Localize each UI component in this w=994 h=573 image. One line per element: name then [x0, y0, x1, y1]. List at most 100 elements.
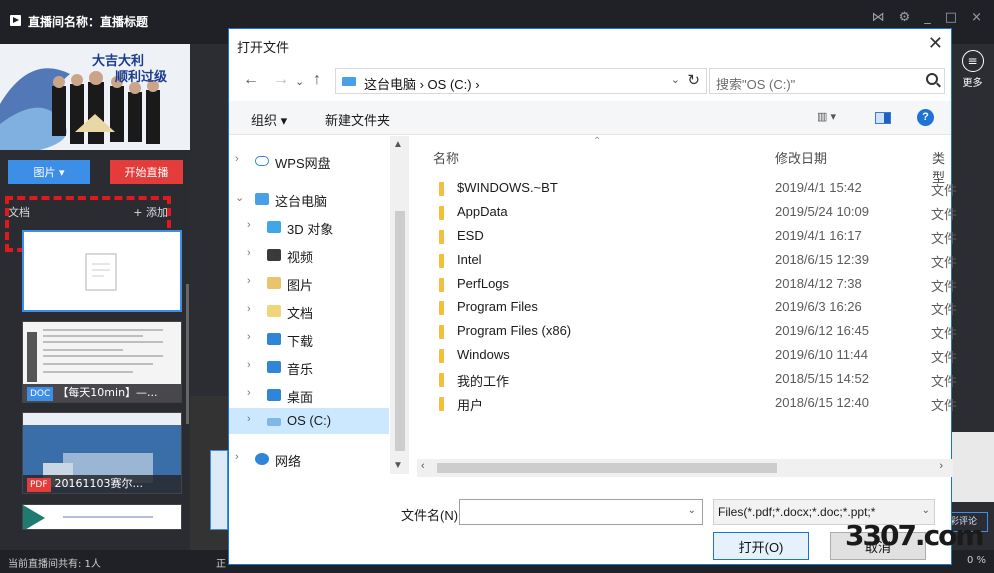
table-row[interactable]: 用户 2018/6/15 12:40 文件 [417, 392, 957, 416]
file-name: Intel [457, 251, 482, 267]
expand-icon[interactable]: ⌄ [235, 191, 244, 204]
scroll-thumb[interactable] [395, 211, 405, 451]
preview-pane-icon[interactable] [875, 112, 891, 124]
tree-item-label: WPS网盘 [275, 156, 331, 171]
filename-input[interactable]: ⌄ [459, 499, 703, 525]
3d-objects-icon [267, 221, 281, 233]
search-input[interactable]: 搜索"OS (C:)" [709, 68, 945, 94]
forward-arrow-icon[interactable]: → [273, 71, 289, 89]
table-row[interactable]: Windows 2019/6/10 11:44 文件 [417, 344, 957, 368]
view-options-button[interactable]: ▥ ▾ [817, 110, 836, 123]
file-type: 文件 [931, 350, 958, 366]
start-live-button[interactable]: 开始直播 [110, 160, 183, 184]
banner-image: 大吉大利 顺利过级 [0, 44, 190, 150]
column-name[interactable]: 名称 [433, 148, 459, 167]
scroll-thumb[interactable] [437, 463, 777, 473]
tree-item-3d[interactable]: › 3D 对象 [229, 214, 389, 240]
tree-item-pictures[interactable]: › 图片 [229, 270, 389, 296]
maximize-icon[interactable]: □ [945, 10, 957, 25]
folder-icon [439, 182, 444, 196]
image-button[interactable]: 图片 ▾ [8, 160, 90, 184]
table-row[interactable]: ESD 2019/4/1 16:17 文件 [417, 225, 957, 249]
new-folder-button[interactable]: 新建文件夹 [325, 110, 390, 129]
sidebar-scrollbar[interactable] [186, 284, 189, 424]
tree-item-network[interactable]: › 网络 [229, 446, 389, 472]
doc-thumbnail[interactable]: DOC 【每天10min】—... [22, 321, 182, 403]
tree-item-desktop[interactable]: › 桌面 [229, 382, 389, 408]
site-watermark: 3307.com [845, 519, 985, 552]
table-row[interactable]: Program Files (x86) 2019/6/12 16:45 文件 [417, 320, 957, 344]
column-date[interactable]: 修改日期 [775, 148, 827, 167]
expand-icon[interactable]: › [247, 413, 251, 425]
file-type: 文件 [931, 254, 958, 270]
up-arrow-icon[interactable]: ↑ [313, 71, 321, 89]
tree-scrollbar[interactable]: ▲ ▼ [390, 136, 409, 474]
status-percent: 0 % [966, 555, 986, 566]
back-arrow-icon[interactable]: ← [243, 71, 259, 89]
tree-item-this-pc[interactable]: ⌄ 这台电脑 [229, 186, 389, 212]
table-row[interactable]: Intel 2018/6/15 12:39 文件 [417, 249, 957, 273]
horizontal-scrollbar[interactable]: ‹ › [417, 459, 953, 477]
close-icon[interactable]: ✕ [928, 33, 943, 54]
close-icon[interactable]: × [971, 10, 982, 25]
scroll-down-icon[interactable]: ▼ [393, 460, 403, 471]
minimize-icon[interactable]: _ [924, 10, 931, 25]
navigation-tree: › WPS网盘 ⌄ 这台电脑 › 3D 对象 › 视频 › 图片 › 文档 › … [229, 136, 409, 474]
table-row[interactable]: $WINDOWS.~BT 2019/4/1 15:42 文件 [417, 177, 957, 201]
gear-icon[interactable]: ⚙ [899, 10, 911, 25]
download-icon [267, 333, 281, 345]
tree-item-video[interactable]: › 视频 [229, 242, 389, 268]
scroll-up-icon[interactable]: ▲ [393, 139, 403, 150]
expand-icon[interactable]: › [235, 153, 239, 165]
search-placeholder: 搜索"OS (C:)" [716, 77, 796, 92]
table-row[interactable]: Program Files 2019/6/3 16:26 文件 [417, 296, 957, 320]
more-label: 更多 [962, 78, 983, 89]
share-icon[interactable]: ⋈ [872, 10, 885, 25]
chevron-down-icon[interactable]: ⌄ [688, 505, 696, 516]
table-row[interactable]: 我的工作 2018/5/15 14:52 文件 [417, 368, 957, 392]
doc-thumbnail[interactable]: PDF 20161103赛尔... [22, 412, 182, 494]
app-logo-icon [10, 15, 21, 26]
file-name: Program Files (x86) [457, 323, 572, 339]
expand-icon[interactable]: › [235, 451, 239, 463]
tree-item-os-c[interactable]: › OS (C:) [229, 408, 389, 434]
thumb-caption: PDF 20161103赛尔... [23, 475, 181, 493]
folder-icon [439, 205, 444, 220]
organize-button[interactable]: 组织 ▾ [251, 110, 287, 129]
file-date: 2019/6/12 16:45 [775, 323, 869, 339]
expand-icon[interactable]: › [247, 247, 251, 259]
folder-icon [439, 349, 444, 364]
doc-thumbnail[interactable] [22, 230, 182, 312]
more-button[interactable]: ≡ 更多 [951, 46, 994, 106]
expand-icon[interactable]: › [247, 387, 251, 399]
recent-chevron-icon[interactable]: ⌄ [295, 75, 304, 88]
expand-icon[interactable]: › [247, 331, 251, 343]
chevron-down-icon[interactable]: ⌄ [922, 505, 930, 516]
filename-label: 文件名(N): [401, 508, 462, 523]
tree-item-downloads[interactable]: › 下载 [229, 326, 389, 352]
expand-icon[interactable]: › [247, 275, 251, 287]
address-bar[interactable]: 这台电脑 › OS (C:) › ⌄ ↻ [335, 68, 707, 94]
expand-icon[interactable]: › [247, 219, 251, 231]
expand-icon[interactable]: › [247, 359, 251, 371]
file-date: 2018/4/12 7:38 [775, 275, 862, 291]
table-row[interactable]: PerfLogs 2018/4/12 7:38 文件 [417, 273, 957, 297]
refresh-icon[interactable]: ↻ [687, 71, 700, 89]
table-row[interactable]: AppData 2019/5/24 10:09 文件 [417, 201, 957, 225]
tree-item-documents[interactable]: › 文档 [229, 298, 389, 324]
expand-icon[interactable]: › [247, 303, 251, 315]
chevron-down-icon[interactable]: ⌄ [671, 73, 680, 86]
doc-page-preview [23, 505, 181, 529]
tree-item-music[interactable]: › 音乐 [229, 354, 389, 380]
scroll-left-icon[interactable]: ‹ [421, 460, 425, 472]
scroll-right-icon[interactable]: › [939, 460, 943, 472]
thumb-title: 20161103赛尔... [54, 477, 144, 490]
tree-item-label: 音乐 [287, 362, 314, 377]
doc-thumbnail[interactable] [22, 504, 182, 530]
folder-icon [439, 301, 444, 316]
help-icon[interactable]: ? [917, 109, 934, 126]
navigation-bar: ← → ⌄ ↑ 这台电脑 › OS (C:) › ⌄ ↻ 搜索"OS (C:)" [229, 67, 951, 97]
file-type: 文件 [931, 374, 958, 390]
tree-item-wps[interactable]: › WPS网盘 [229, 148, 389, 174]
open-button[interactable]: 打开(O) [713, 532, 809, 560]
